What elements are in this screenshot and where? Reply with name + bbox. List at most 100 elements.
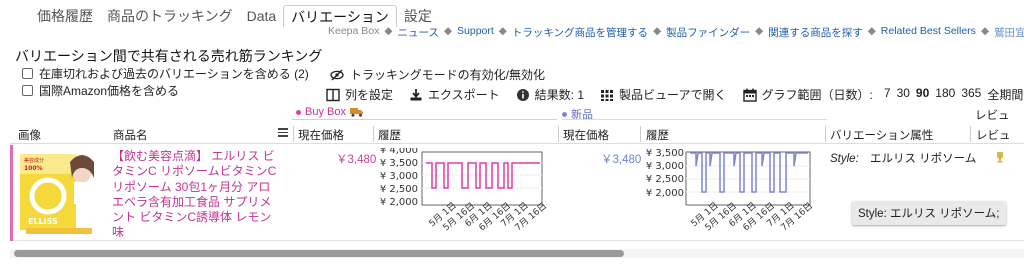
y-tick-label: ¥ 2,000 xyxy=(380,197,418,208)
open-viewer-button[interactable]: 製品ビューアで開く xyxy=(600,86,727,103)
chart-frame xyxy=(421,151,543,206)
calendar-icon xyxy=(742,88,757,102)
column-divider xyxy=(373,126,374,142)
graph-range-options: 7 30 90 180 365 全期間 xyxy=(884,86,1023,103)
column-current-price-new[interactable]: 現在価格 xyxy=(563,127,609,143)
column-divider xyxy=(825,126,826,142)
y-tick-label: ¥ 3,000 xyxy=(380,171,418,182)
tab-price-history[interactable]: 価格履歴 xyxy=(30,5,100,27)
tracking-toggle[interactable]: トラッキングモードの有効化/無効化 xyxy=(330,66,545,83)
y-tick-label: ¥ 3,000 xyxy=(646,161,684,172)
product-name-link[interactable]: 【飲む美容点滴】 エルリス ビタミンC リポソームビタミンC リポソーム 30包… xyxy=(112,149,282,241)
tracking-toggle-label: トラッキングモードの有効化/無効化 xyxy=(350,68,545,82)
column-name[interactable]: 商品名 xyxy=(113,127,148,143)
column-reviews-group: レビュ xyxy=(975,110,1010,122)
new-price-chart[interactable]: ¥ 3,500 ¥ 3,000 ¥ 2,500 ¥ 2,000 5月 1日 5月… xyxy=(640,148,816,232)
column-menu-icon[interactable] xyxy=(278,128,288,137)
range-option-90[interactable]: 90 xyxy=(916,86,929,103)
buybox-current-price: ￥3,480 xyxy=(336,154,377,166)
variation-key: Style: xyxy=(830,153,859,165)
group-buybox: Buy Box xyxy=(296,106,364,118)
results-count-label: 結果数: 1 xyxy=(534,88,584,102)
export-label: エクスポート xyxy=(428,88,500,102)
link-manage-tracking[interactable]: トラッキング商品を管理する xyxy=(512,25,648,40)
y-tick-label: ¥ 2,500 xyxy=(380,184,418,195)
buybox-price-chart[interactable]: ¥ 4,000 ¥ 3,500 ¥ 3,000 ¥ 2,500 ¥ 2,000 … xyxy=(372,148,548,232)
link-separator: ◆ xyxy=(498,25,507,37)
link-product-finder[interactable]: 製品ファインダー xyxy=(666,25,750,40)
eye-slash-icon xyxy=(330,69,344,80)
option-label: 国際Amazon価格を含める xyxy=(39,84,180,98)
range-option-180[interactable]: 180 xyxy=(935,86,955,103)
new-current-price: ￥3,480 xyxy=(601,154,642,166)
svg-text:美容成分: 美容成分 xyxy=(24,157,44,164)
brand-label: Keepa Box xyxy=(328,25,380,37)
y-tick-label: ¥ 2,000 xyxy=(646,188,684,199)
download-icon xyxy=(410,88,422,100)
y-tick-label: ¥ 3,500 xyxy=(646,148,684,159)
results-count: 結果数: 1 xyxy=(516,86,584,103)
link-separator: ◆ xyxy=(653,25,662,37)
truck-icon xyxy=(349,108,363,117)
column-divider xyxy=(293,126,294,142)
column-reviews[interactable]: レビュ xyxy=(976,127,1011,143)
buybox-dot xyxy=(296,109,301,115)
range-option-30[interactable]: 30 xyxy=(897,86,910,103)
link-related-products[interactable]: 関連する商品を探す xyxy=(768,25,863,40)
svg-text:100%: 100% xyxy=(24,165,43,172)
column-history-new[interactable]: 履歴 xyxy=(646,127,669,143)
row-highlight-edge xyxy=(10,145,13,241)
tab-variations[interactable]: バリエーション xyxy=(283,5,397,27)
open-viewer-label: 製品ビューアで開く xyxy=(619,88,727,102)
checkbox[interactable] xyxy=(22,68,33,79)
configure-columns-label: 列を設定 xyxy=(345,88,394,102)
range-option-all[interactable]: 全期間 xyxy=(987,86,1023,103)
section-heading: バリエーション間で共有される売れ筋ランキング xyxy=(15,48,323,64)
column-divider xyxy=(640,126,641,142)
svg-text:ELLISS: ELLISS xyxy=(28,217,58,226)
group-buybox-label: Buy Box xyxy=(305,106,346,118)
variation-value: エルリス リポソーム xyxy=(869,153,977,165)
columns-icon xyxy=(326,88,340,101)
column-variation-attributes[interactable]: バリエーション属性 xyxy=(830,127,933,143)
export-button[interactable]: エクスポート xyxy=(409,86,500,103)
graph-range-label: グラフ範囲（日数）: xyxy=(761,88,873,102)
link-news[interactable]: ニュース xyxy=(397,25,438,40)
range-option-7[interactable]: 7 xyxy=(884,86,891,103)
column-divider xyxy=(970,126,971,142)
link-support[interactable]: Support xyxy=(457,25,494,40)
grid-icon xyxy=(601,89,613,101)
tab-data[interactable]: Data xyxy=(240,5,284,27)
info-icon xyxy=(516,88,529,101)
toolbar: 列を設定 エクスポート 結果数: 1 製品ビューアで開く グラフ範囲（日数）: … xyxy=(326,86,1023,103)
link-separator: ◆ xyxy=(443,25,453,37)
link-separator: ◆ xyxy=(384,25,393,37)
y-tick-label: ¥ 2,500 xyxy=(646,174,684,185)
tab-bar: 価格履歴 商品のトラッキング Data バリエーション 設定 xyxy=(30,3,439,27)
option-include-oos[interactable]: 在庫切れおよび過去のバリエーションを含める (2) xyxy=(22,65,309,82)
checkbox[interactable] xyxy=(22,85,33,96)
link-separator: ◆ xyxy=(867,25,876,37)
link-user[interactable]: 鷲田宜彦 xyxy=(994,25,1024,40)
graph-range: グラフ範囲（日数）: 7 30 90 180 365 全期間 xyxy=(742,86,1023,103)
tab-settings[interactable]: 設定 xyxy=(397,5,439,27)
column-divider xyxy=(558,126,559,142)
variation-tooltip: Style: エルリス リポソーム; xyxy=(852,201,1006,225)
link-separator: ◆ xyxy=(980,25,990,37)
column-current-price-buybox[interactable]: 現在価格 xyxy=(298,127,344,143)
y-tick-label: ¥ 3,500 xyxy=(380,158,418,169)
tab-product-tracking[interactable]: 商品のトラッキング xyxy=(100,5,240,27)
table-header: 画像 商品名 現在価格 履歴 現在価格 履歴 バリエーション属性 レビュ xyxy=(10,124,1024,144)
group-buybox-underline xyxy=(292,119,557,120)
horizontal-scrollbar-thumb[interactable] xyxy=(14,250,624,257)
link-related-best-sellers[interactable]: Related Best Sellers xyxy=(881,25,976,40)
option-label: 在庫切れおよび過去のバリエーションを含める (2) xyxy=(39,67,309,81)
product-image[interactable]: 美容成分 100% ELLISS xyxy=(16,148,96,238)
group-new-underline xyxy=(562,119,827,120)
option-intl-prices[interactable]: 国際Amazon価格を含める xyxy=(22,82,179,99)
range-option-365[interactable]: 365 xyxy=(961,86,981,103)
column-image[interactable]: 画像 xyxy=(18,127,41,143)
new-dot xyxy=(562,111,567,117)
column-history-buybox[interactable]: 履歴 xyxy=(378,127,401,143)
configure-columns-button[interactable]: 列を設定 xyxy=(326,86,393,103)
